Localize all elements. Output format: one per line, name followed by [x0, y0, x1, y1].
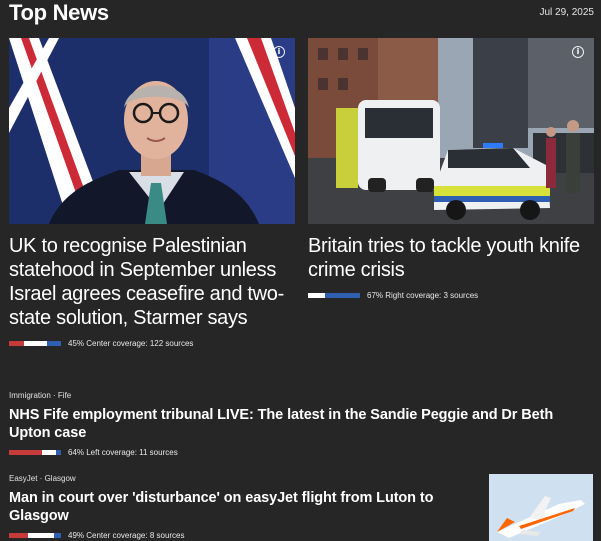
coverage-text: 64% Left coverage: 11 sources	[68, 447, 178, 457]
coverage-row: 67% Right coverage: 3 sources	[308, 290, 594, 300]
story-tags[interactable]: Immigration · Fife	[9, 391, 594, 400]
bias-bar	[308, 292, 360, 298]
easyjet-plane-photo	[489, 474, 593, 541]
coverage-row: 64% Left coverage: 11 sources	[9, 447, 594, 457]
bias-bar	[9, 449, 61, 455]
header: Top News Jul 29, 2025	[9, 0, 594, 28]
bias-right-segment	[53, 532, 61, 538]
story-thumbnail[interactable]	[489, 474, 593, 541]
hero-image[interactable]: i	[9, 38, 295, 224]
coverage-text: 67% Right coverage: 3 sources	[367, 290, 479, 300]
bias-right-segment	[56, 449, 61, 455]
hero-image[interactable]: i	[308, 38, 594, 224]
coverage-row: 49% Center coverage: 8 sources	[9, 530, 479, 540]
coverage-text: 45% Center coverage: 122 sources	[68, 338, 194, 348]
headline[interactable]: NHS Fife employment tribunal LIVE: The l…	[9, 406, 594, 442]
bias-right-segment	[46, 340, 61, 346]
bias-center-segment	[23, 340, 47, 346]
bias-left-segment	[9, 449, 43, 455]
info-icon[interactable]: i	[273, 46, 285, 58]
bias-right-segment	[325, 292, 360, 298]
page-title: Top News	[9, 0, 109, 25]
bias-bar	[9, 532, 61, 538]
story-card[interactable]: Immigration · Fife NHS Fife employment t…	[9, 391, 594, 457]
police-van-photo	[308, 38, 594, 224]
bias-bar	[9, 340, 61, 346]
story-tags[interactable]: EasyJet · Glasgow	[9, 474, 479, 483]
story-card[interactable]: EasyJet · Glasgow Man in court over 'dis…	[9, 474, 479, 540]
headline[interactable]: Man in court over 'disturbance' on easyJ…	[9, 489, 479, 525]
date-label: Jul 29, 2025	[539, 7, 595, 18]
coverage-row: 45% Center coverage: 122 sources	[9, 338, 295, 348]
bias-center-segment	[28, 532, 54, 538]
starmer-photo	[9, 38, 295, 224]
headline[interactable]: Britain tries to tackle youth knife crim…	[308, 234, 594, 282]
hero-story-card[interactable]: i Britain tries to tackle youth knife cr…	[308, 38, 594, 300]
bias-center-segment	[42, 449, 57, 455]
info-icon[interactable]: i	[572, 46, 584, 58]
headline[interactable]: UK to recognise Palestinian statehood in…	[9, 234, 295, 330]
bias-left-segment	[9, 340, 24, 346]
bias-left-segment	[9, 532, 29, 538]
bias-center-segment	[308, 292, 326, 298]
hero-story-card[interactable]: i UK to recognise Palestinian statehood …	[9, 38, 295, 348]
coverage-text: 49% Center coverage: 8 sources	[68, 530, 185, 540]
